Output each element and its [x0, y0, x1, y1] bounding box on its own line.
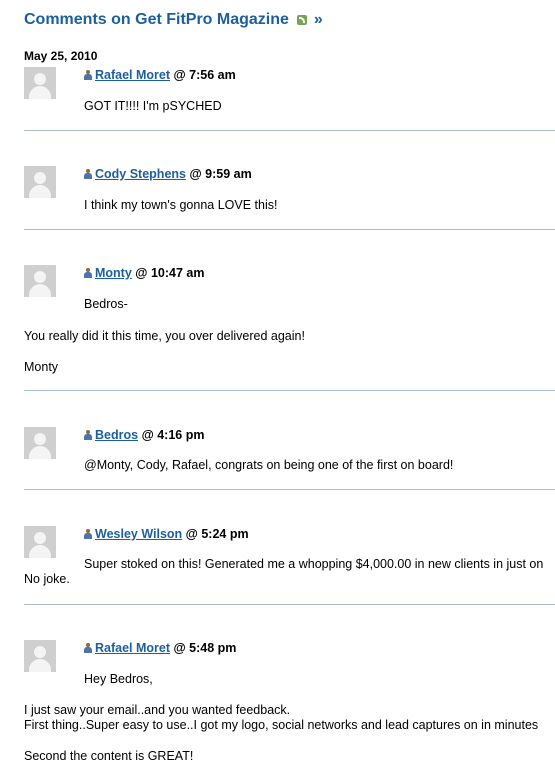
- comment-meta: Rafael Moret @ 7:56 am: [84, 68, 236, 82]
- comment-time: @ 5:48 pm: [173, 641, 237, 655]
- comment-text: I just saw your email..and you wanted fe…: [24, 703, 291, 717]
- comment-meta: Cody Stephens @ 9:59 am: [84, 167, 252, 181]
- comment-text: Second the content is GREAT!: [24, 749, 194, 761]
- comment-author-link[interactable]: Rafael Moret: [95, 68, 170, 82]
- comment-author-link[interactable]: Cody Stephens: [95, 167, 186, 181]
- comment-time: @ 7:56 am: [173, 68, 236, 82]
- avatar: [24, 67, 56, 99]
- page-title: Comments on Get FitPro Magazine »: [24, 11, 323, 29]
- comment-separator: [24, 390, 555, 391]
- avatar: [24, 265, 56, 297]
- comment-author-link[interactable]: Rafael Moret: [95, 641, 170, 655]
- comment-meta: Wesley Wilson @ 5:24 pm: [84, 527, 249, 541]
- comment-text: Monty: [24, 360, 59, 374]
- avatar: [24, 427, 56, 459]
- date-heading: May 25, 2010: [24, 49, 98, 63]
- comment-author-link[interactable]: Monty: [95, 266, 132, 280]
- comment-text: Hey Bedros,: [84, 672, 153, 686]
- rss-feed-icon[interactable]: [297, 15, 308, 25]
- comment-text: @Monty, Cody, Rafael, congrats on being …: [84, 458, 454, 472]
- comment-time: @ 9:59 am: [189, 167, 252, 181]
- comment-author-link[interactable]: Wesley Wilson: [95, 527, 182, 541]
- user-icon: [84, 169, 92, 179]
- user-icon: [84, 70, 92, 80]
- title-arrow[interactable]: »: [314, 11, 323, 28]
- avatar: [24, 526, 56, 558]
- user-icon: [84, 643, 92, 653]
- comment-text: Super stoked on this! Generated me a who…: [84, 557, 544, 571]
- avatar: [24, 640, 56, 672]
- comment-text: No joke.: [24, 572, 70, 586]
- comment-text: GOT IT!!!! I'm pSYCHED: [84, 99, 222, 113]
- comment-separator: [24, 604, 555, 605]
- comment-separator: [24, 489, 555, 490]
- user-icon: [84, 268, 92, 278]
- comment-meta: Rafael Moret @ 5:48 pm: [84, 641, 236, 655]
- comment-text: First thing..Super easy to use..I got my…: [24, 718, 539, 732]
- comment-meta: Monty @ 10:47 am: [84, 266, 204, 280]
- comment-separator: [24, 130, 555, 131]
- comment-author-link[interactable]: Bedros: [95, 428, 138, 442]
- page-title-text: Comments on Get FitPro Magazine: [24, 11, 289, 28]
- comment-time: @ 4:16 pm: [141, 428, 205, 442]
- comment-separator: [24, 229, 555, 230]
- comment-text: I think my town's gonna LOVE this!: [84, 198, 278, 212]
- comment-time: @ 10:47 am: [135, 266, 205, 280]
- comment-text: Bedros-: [84, 297, 128, 311]
- comments-page: Comments on Get FitPro Magazine » May 25…: [0, 0, 555, 761]
- avatar: [24, 166, 56, 198]
- comment-text: You really did it this time, you over de…: [24, 329, 305, 343]
- comment-meta: Bedros @ 4:16 pm: [84, 428, 204, 442]
- user-icon: [84, 529, 92, 539]
- comment-time: @ 5:24 pm: [185, 527, 249, 541]
- user-icon: [84, 430, 92, 440]
